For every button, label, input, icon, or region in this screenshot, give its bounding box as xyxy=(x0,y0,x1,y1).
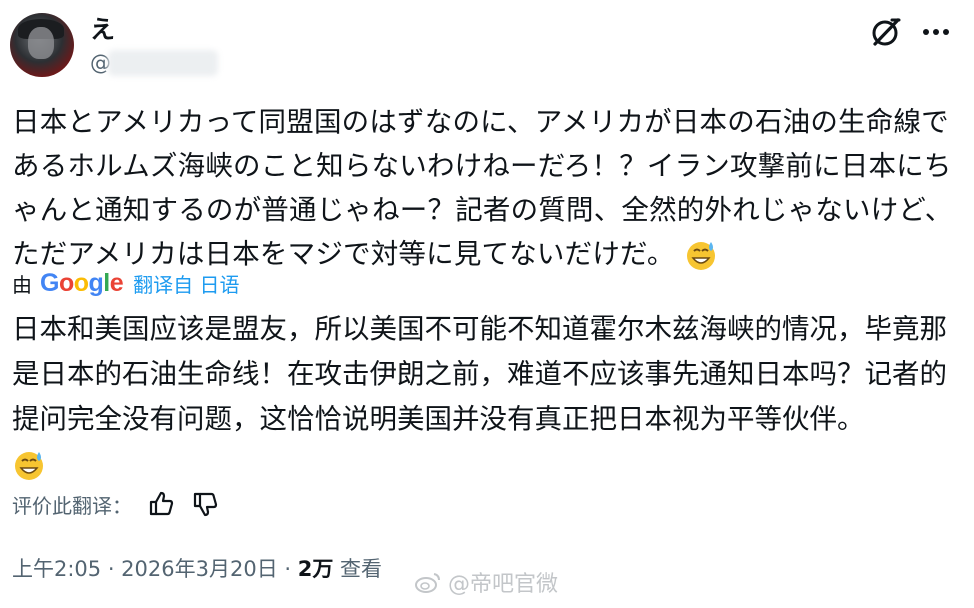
weibo-icon xyxy=(415,573,440,593)
thumbs-down-icon[interactable] xyxy=(190,489,220,519)
original-text-body: 日本とアメリカって同盟国のはずなのに、アメリカが日本の石油の生命線であるホルムズ… xyxy=(12,106,953,270)
more-icon[interactable] xyxy=(918,14,954,50)
google-logo: Google xyxy=(40,268,124,297)
translated-by-label: 由 xyxy=(12,272,32,297)
post-translated-text: 日本和美国应该是盟友，所以美国不可能不知道霍尔木兹海峡的情况，毕竟那是日本的石油… xyxy=(12,307,967,487)
rate-translation: 评价此翻译： xyxy=(12,488,220,520)
post-original-text: 日本とアメリカって同盟国のはずなのに、アメリカが日本の石油の生命線であるホルムズ… xyxy=(12,100,967,276)
sweat-smile-emoji xyxy=(15,452,43,480)
views-label: 查看 xyxy=(333,557,383,581)
watermark: @帝吧官微 xyxy=(414,566,558,598)
post-timestamp[interactable]: 上午2:05 · 2026年3月20日 · xyxy=(12,557,298,581)
avatar[interactable] xyxy=(10,13,74,77)
display-name[interactable]: え xyxy=(90,15,115,45)
sweat-smile-emoji xyxy=(686,242,715,270)
grok-icon[interactable] xyxy=(868,14,904,50)
handle-redaction xyxy=(108,50,218,76)
watermark-text: @帝吧官微 xyxy=(448,572,559,597)
translation-bar: 由 Google 翻译自 日语 xyxy=(12,268,240,298)
translated-text-body: 日本和美国应该是盟友，所以美国不可能不知道霍尔木兹海峡的情况，毕竟那是日本的石油… xyxy=(12,313,947,435)
thumbs-up-icon[interactable] xyxy=(146,489,176,519)
translate-source-link[interactable]: 翻译自 日语 xyxy=(133,269,239,298)
post-meta: 上午2:05 · 2026年3月20日 · 2万 查看 xyxy=(12,553,382,585)
views-count: 2万 xyxy=(297,557,334,581)
avatar-face xyxy=(28,27,54,59)
rate-translation-label: 评价此翻译： xyxy=(12,493,132,518)
